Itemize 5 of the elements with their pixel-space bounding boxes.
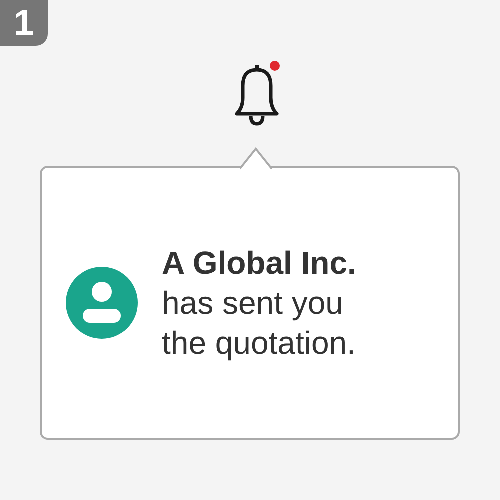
step-badge: 1 [0,0,48,46]
notification-message: has sent you the quotation. [162,284,357,363]
bell-icon[interactable] [235,65,279,126]
avatar-icon [66,267,138,339]
sender-name: A Global Inc. [162,244,358,283]
